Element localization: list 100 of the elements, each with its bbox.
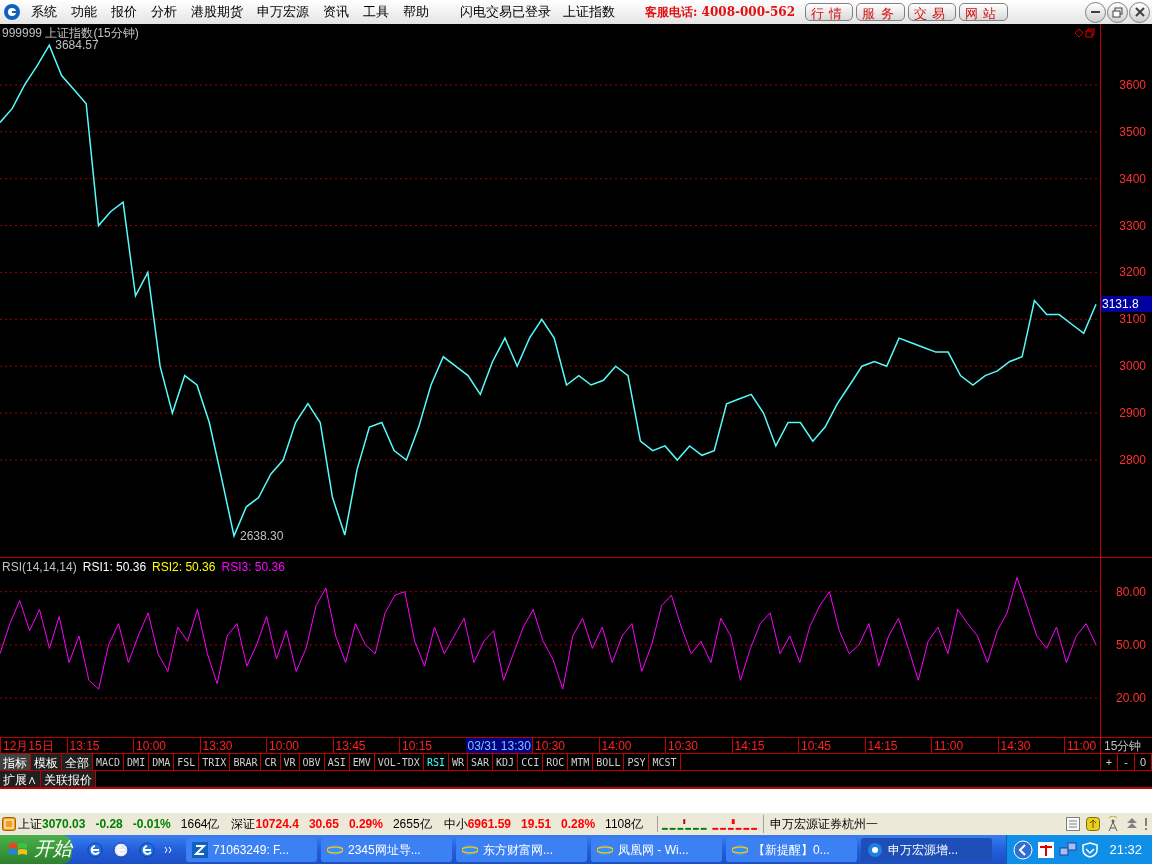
indicator-tab[interactable]: ROC <box>543 754 569 770</box>
index-change: 19.51 <box>521 816 552 833</box>
menu-item[interactable]: 系统 <box>24 2 64 22</box>
indicator-tab[interactable]: VR <box>280 754 300 770</box>
time-axis-label: 11:00 <box>931 738 998 753</box>
taskbar-button[interactable]: 2345网址导... <box>321 837 452 862</box>
menu-item[interactable]: 港股期货 <box>184 2 250 22</box>
time-axis-label: 12月15日 <box>0 738 67 753</box>
network-icon[interactable] <box>1059 841 1078 858</box>
period-label[interactable]: 15分钟 <box>1100 738 1152 753</box>
restore-icon <box>1112 6 1123 18</box>
service-button[interactable]: 服务 <box>856 3 905 21</box>
time-axis-label: 14:15 <box>731 738 798 753</box>
index-change: -0.28 <box>95 816 123 833</box>
indicator-tab[interactable]: TRIX <box>199 754 231 770</box>
menu-item[interactable]: 资讯 <box>316 2 356 22</box>
taskbar-button[interactable]: 【新提醒】0... <box>726 837 857 862</box>
collapse-tray-icon[interactable] <box>1013 839 1034 860</box>
restore-button[interactable] <box>1107 1 1128 23</box>
chart-title: 999999 上证指数(15分钟) <box>2 25 139 41</box>
indicator-reading: RSI3: 50.36 <box>221 559 285 575</box>
index-change: 30.65 <box>308 816 339 833</box>
axis-tick-label: 3300 <box>1119 217 1146 234</box>
taskbar-button[interactable]: 凤凰网 - Wi... <box>591 837 722 862</box>
zoom-button[interactable]: + <box>1101 754 1118 770</box>
extension-tab[interactable]: 扩展∧ <box>0 771 41 787</box>
index-name: 深证 <box>231 816 256 833</box>
minimize-icon <box>1091 11 1100 13</box>
close-icon <box>1134 7 1145 17</box>
indicator-tab[interactable]: MTM <box>568 754 594 770</box>
indicator-tab[interactable]: BOLL <box>593 754 625 770</box>
indicator-tab[interactable]: WR <box>448 754 468 770</box>
taskbar-button[interactable]: 东方财富网... <box>456 837 587 862</box>
indicator-tab[interactable]: CCI <box>518 754 544 770</box>
indicator-tab[interactable]: RSI <box>423 754 449 770</box>
zoom-button[interactable]: - <box>1118 754 1135 770</box>
menu-item[interactable]: 工具 <box>356 2 396 22</box>
clock: 21:32 <box>1109 840 1142 859</box>
indicator-reading: RSI1: 50.36 <box>82 559 147 575</box>
signal-icon <box>1106 816 1120 832</box>
scroll-up-icon[interactable] <box>1126 817 1138 831</box>
taskbar-button[interactable]: 71063249: F... <box>186 837 317 862</box>
menu-item[interactable]: 报价 <box>104 2 144 22</box>
menu-item[interactable]: 功能 <box>64 2 104 22</box>
indicator-tab[interactable]: DMA <box>149 754 175 770</box>
minimize-button[interactable] <box>1085 1 1106 23</box>
axis-tick-label: 3500 <box>1119 123 1146 140</box>
indicator-tab[interactable]: OBV <box>299 754 325 770</box>
time-axis-label: 14:15 <box>864 738 931 753</box>
indicator-tab[interactable]: 指标 <box>0 754 31 770</box>
index-value: 6961.59 <box>467 816 512 833</box>
menu-item[interactable]: 分析 <box>144 2 184 22</box>
indicator-tab[interactable]: MACD <box>93 754 125 770</box>
time-axis-label: 13:45 <box>332 738 399 753</box>
shield-icon[interactable] <box>1082 841 1099 858</box>
taskbar-button[interactable]: 申万宏源增... <box>861 837 992 862</box>
indicator-tab[interactable]: DMI <box>124 754 150 770</box>
time-axis-label: 03/31 13:30 <box>465 738 532 753</box>
tray-app-icon[interactable] <box>1038 841 1055 858</box>
start-button[interactable]: 开始 <box>0 835 72 864</box>
chevron-icon[interactable] <box>164 845 172 854</box>
indicator-tab[interactable]: FSL <box>174 754 200 770</box>
indicator-tab[interactable]: VOL-TDX <box>374 754 424 770</box>
indicator-tab[interactable]: 全部 <box>62 754 93 770</box>
service-button[interactable]: 交易 <box>907 3 957 21</box>
index-name: 上证 <box>18 816 42 833</box>
list-icon[interactable] <box>1066 817 1080 831</box>
axis-tick-label: 3600 <box>1119 76 1146 93</box>
indicator-tab[interactable]: KDJ <box>493 754 519 770</box>
indicator-tab[interactable]: EMV <box>349 754 375 770</box>
time-axis-label: 13:30 <box>199 738 266 753</box>
axis-tick-label: 3400 <box>1119 170 1146 187</box>
indicator-tab[interactable]: MCST <box>649 754 681 770</box>
current-index-label: 上证指数 <box>563 3 615 22</box>
extension-tab[interactable]: 关联报价 <box>41 771 96 787</box>
panel-controls-icon[interactable] <box>1075 28 1095 38</box>
indicator-name: RSI(14,14,14) <box>2 559 77 575</box>
last-price-tag: 3131.8 <box>1101 296 1152 313</box>
service-button[interactable]: 行情 <box>805 3 854 21</box>
indicator-tab[interactable]: SAR <box>468 754 494 770</box>
axis-tick-label: 20.00 <box>1115 690 1146 706</box>
indicator-reading: RSI2: 50.36 <box>152 559 216 575</box>
index-value: 3070.03 <box>42 816 86 833</box>
index-percent: -0.01% <box>132 816 171 833</box>
time-axis-label: 10:45 <box>798 738 865 753</box>
indicator-tab[interactable]: 模板 <box>31 754 62 770</box>
index-name: 中小 <box>443 816 468 833</box>
service-button[interactable]: 网站 <box>959 3 1008 21</box>
zoom-button[interactable]: 0 <box>1135 754 1152 770</box>
indicator-tab[interactable]: PSY <box>624 754 650 770</box>
indicator-tab[interactable]: BRAR <box>230 754 262 770</box>
indicator-tab[interactable]: CR <box>261 754 281 770</box>
axis-tick-label: 50.00 <box>1115 636 1146 653</box>
hotline-text: 客服电话: 4008-000-562 <box>645 4 796 21</box>
indicator-tab[interactable]: ASI <box>324 754 350 770</box>
market-icon[interactable] <box>2 817 16 831</box>
close-button[interactable] <box>1129 1 1150 23</box>
time-axis-label: 14:00 <box>598 738 665 753</box>
menu-item[interactable]: 申万宏源 <box>250 2 316 22</box>
menu-item[interactable]: 帮助 <box>396 2 436 22</box>
